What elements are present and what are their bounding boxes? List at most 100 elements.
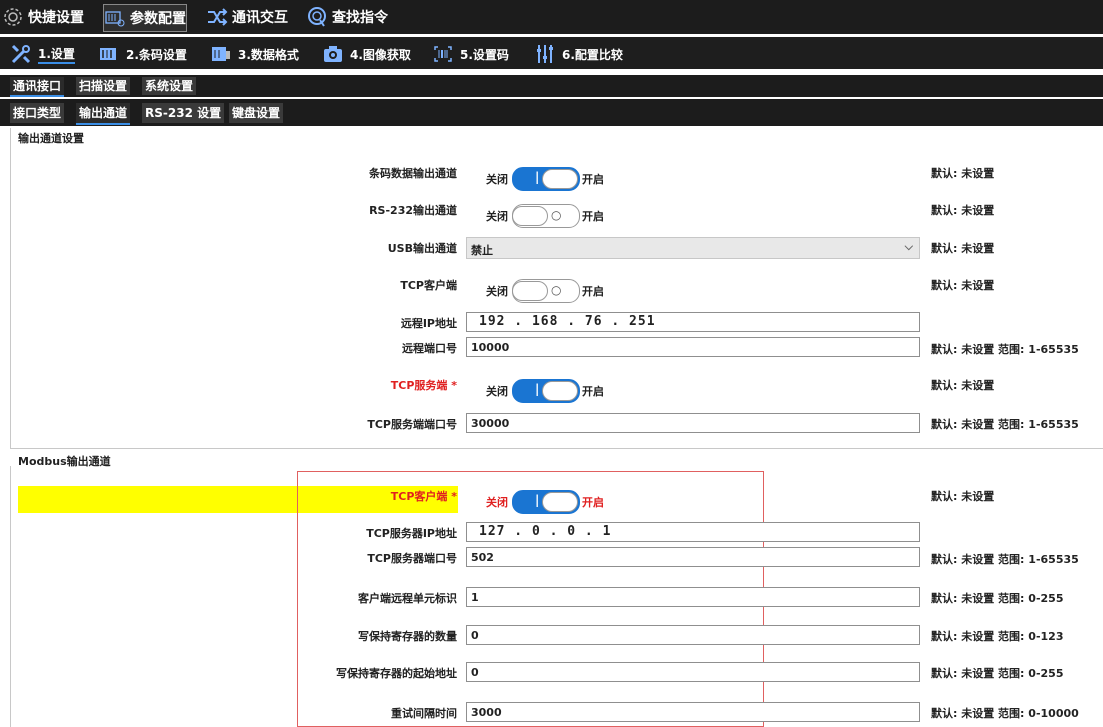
retry-default: 默认: 未设置 范围: 0-10000	[931, 707, 1079, 720]
switch-knob	[512, 281, 548, 301]
chevron-down-icon: ⌵	[904, 240, 913, 253]
server-port-default: 默认: 未设置 范围: 1-65535	[931, 553, 1079, 566]
remote-ip-field[interactable]: 192 . 168 . 76 . 251	[466, 312, 920, 332]
toggle-switch[interactable]: |	[512, 167, 580, 191]
toggle-off-label: 关闭	[486, 173, 508, 186]
tcp-server-label: TCP服务端 *	[390, 379, 457, 392]
usb-output-select[interactable]: 禁止 ⌵	[466, 237, 920, 259]
toggle-on-label: 开启	[582, 173, 604, 186]
tool-settings[interactable]: 1.设置	[10, 41, 75, 67]
menu-label: 通讯交互	[232, 10, 288, 26]
tcp-server-port-default: 默认: 未设置 范围: 1-65535	[931, 418, 1079, 431]
subtabs-level2: 接口类型 输出通道 RS-232 设置 键盘设置	[0, 99, 1103, 126]
section-title-modbus: Modbus输出通道	[18, 455, 111, 468]
tcp-server-default: 默认: 未设置	[931, 379, 995, 392]
toggle-switch[interactable]: ○	[512, 204, 580, 228]
switch-off-mark: ○	[551, 283, 562, 297]
modbus-tcp-client-default: 默认: 未设置	[931, 490, 995, 503]
camera-icon	[324, 46, 342, 62]
scan-code-icon	[434, 46, 452, 62]
tab-system-settings[interactable]: 系统设置	[142, 77, 197, 95]
barcode-output-toggle[interactable]: 关闭 | 开启	[486, 167, 604, 191]
usb-output-value: 禁止	[471, 244, 493, 257]
remote-ip-label: 远程IP地址	[400, 317, 457, 330]
tcp-client-toggle[interactable]: 关闭 ○ 开启	[486, 279, 604, 303]
tab-comm-interface[interactable]: 通讯接口	[10, 77, 65, 97]
unit-id-default: 默认: 未设置 范围: 0-255	[931, 592, 1064, 605]
tool-label: 3.数据格式	[238, 47, 299, 62]
shuffle-icon	[208, 8, 228, 26]
switch-on-mark: |	[535, 170, 540, 184]
tool-label: 2.条码设置	[126, 47, 187, 62]
toggle-on-label: 开启	[582, 496, 604, 509]
tcp-server-port-label: TCP服务端端口号	[367, 418, 457, 431]
subtabs-level1: 通讯接口 扫描设置 系统设置	[0, 75, 1103, 97]
section-divider	[10, 448, 1103, 449]
section-title-output: 输出通道设置	[18, 132, 84, 145]
toggle-off-label: 关闭	[486, 385, 508, 398]
menu-communication[interactable]: 通讯交互	[206, 4, 288, 30]
barcode-output-default: 默认: 未设置	[931, 167, 995, 180]
server-port-field[interactable]: 502	[466, 547, 920, 567]
barcode-icon	[100, 48, 116, 60]
menu-find-command[interactable]: 查找指令	[306, 4, 388, 30]
server-ip-label: TCP服务器IP地址	[366, 527, 457, 540]
tcp-server-port-field[interactable]: 30000	[466, 413, 920, 433]
toggle-on-label: 开启	[582, 385, 604, 398]
tab-scan-settings[interactable]: 扫描设置	[76, 77, 131, 95]
tool-setting-code[interactable]: 5.设置码	[432, 41, 509, 67]
toggle-on-label: 开启	[582, 285, 604, 298]
switch-knob	[542, 169, 578, 189]
modbus-tcp-client-toggle[interactable]: 关闭 | 开启	[486, 490, 604, 514]
usb-output-label: USB输出通道	[387, 242, 457, 255]
toggle-off-label: 关闭	[486, 210, 508, 223]
tool-label: 6.配置比较	[562, 47, 623, 62]
reg-count-field[interactable]: 0	[466, 625, 920, 645]
toggle-switch[interactable]: |	[512, 379, 580, 403]
switch-knob	[512, 206, 548, 226]
toggle-off-label: 关闭	[486, 285, 508, 298]
tcp-client-default: 默认: 未设置	[931, 279, 995, 292]
section-border	[10, 128, 11, 448]
usb-output-default: 默认: 未设置	[931, 242, 995, 255]
menu-parameter-config[interactable]: 参数配置	[103, 4, 187, 32]
unit-id-label: 客户端远程单元标识	[358, 592, 457, 605]
modbus-tcp-client-label: TCP客户端 *	[390, 490, 457, 503]
reg-start-label: 写保持寄存器的起始地址	[336, 667, 457, 680]
retry-label: 重试间隔时间	[391, 707, 457, 720]
tool-image-capture[interactable]: 4.图像获取	[322, 41, 411, 67]
tab-keyboard-settings[interactable]: 键盘设置	[229, 103, 284, 123]
remote-port-default: 默认: 未设置 范围: 1-65535	[931, 343, 1079, 356]
barcode-output-label: 条码数据输出通道	[369, 167, 457, 180]
reg-start-field[interactable]: 0	[466, 662, 920, 682]
remote-port-field[interactable]: 10000	[466, 337, 920, 357]
tool-barcode-settings[interactable]: 2.条码设置	[98, 41, 187, 67]
toggle-off-label: 关闭	[486, 496, 508, 509]
tool-config-compare[interactable]: 6.配置比较	[534, 41, 623, 67]
menu-label: 参数配置	[130, 11, 186, 27]
tools-icon	[11, 44, 31, 64]
rs232-output-default: 默认: 未设置	[931, 204, 995, 217]
server-ip-field[interactable]: 127 . 0 . 0 . 1	[466, 522, 920, 542]
reg-start-default: 默认: 未设置 范围: 0-255	[931, 667, 1064, 680]
remote-port-label: 远程端口号	[402, 342, 457, 355]
unit-id-field[interactable]: 1	[466, 587, 920, 607]
switch-off-mark: ○	[551, 208, 562, 222]
rs232-output-toggle[interactable]: 关闭 ○ 开启	[486, 204, 604, 228]
switch-knob	[542, 492, 578, 512]
tab-output-channel[interactable]: 输出通道	[76, 103, 131, 125]
toggle-switch[interactable]: ○	[512, 279, 580, 303]
tab-interface-type[interactable]: 接口类型	[10, 103, 65, 123]
rs232-output-label: RS-232输出通道	[369, 204, 457, 217]
menu-label: 快捷设置	[28, 10, 84, 26]
menu-bar: 快捷设置 参数配置 通讯交互 查找指令	[0, 0, 1103, 34]
switch-knob	[542, 381, 578, 401]
retry-field[interactable]: 3000	[466, 702, 920, 722]
tool-data-format[interactable]: 3.数据格式	[210, 41, 299, 67]
tcp-client-label: TCP客户端	[400, 279, 457, 292]
toggle-switch[interactable]: |	[512, 490, 580, 514]
tab-rs232-settings[interactable]: RS-232 设置	[142, 103, 225, 123]
menu-quick-settings[interactable]: 快捷设置	[2, 4, 84, 30]
tcp-server-toggle[interactable]: 关闭 | 开启	[486, 379, 604, 403]
reg-count-label: 写保持寄存器的数量	[358, 630, 457, 643]
